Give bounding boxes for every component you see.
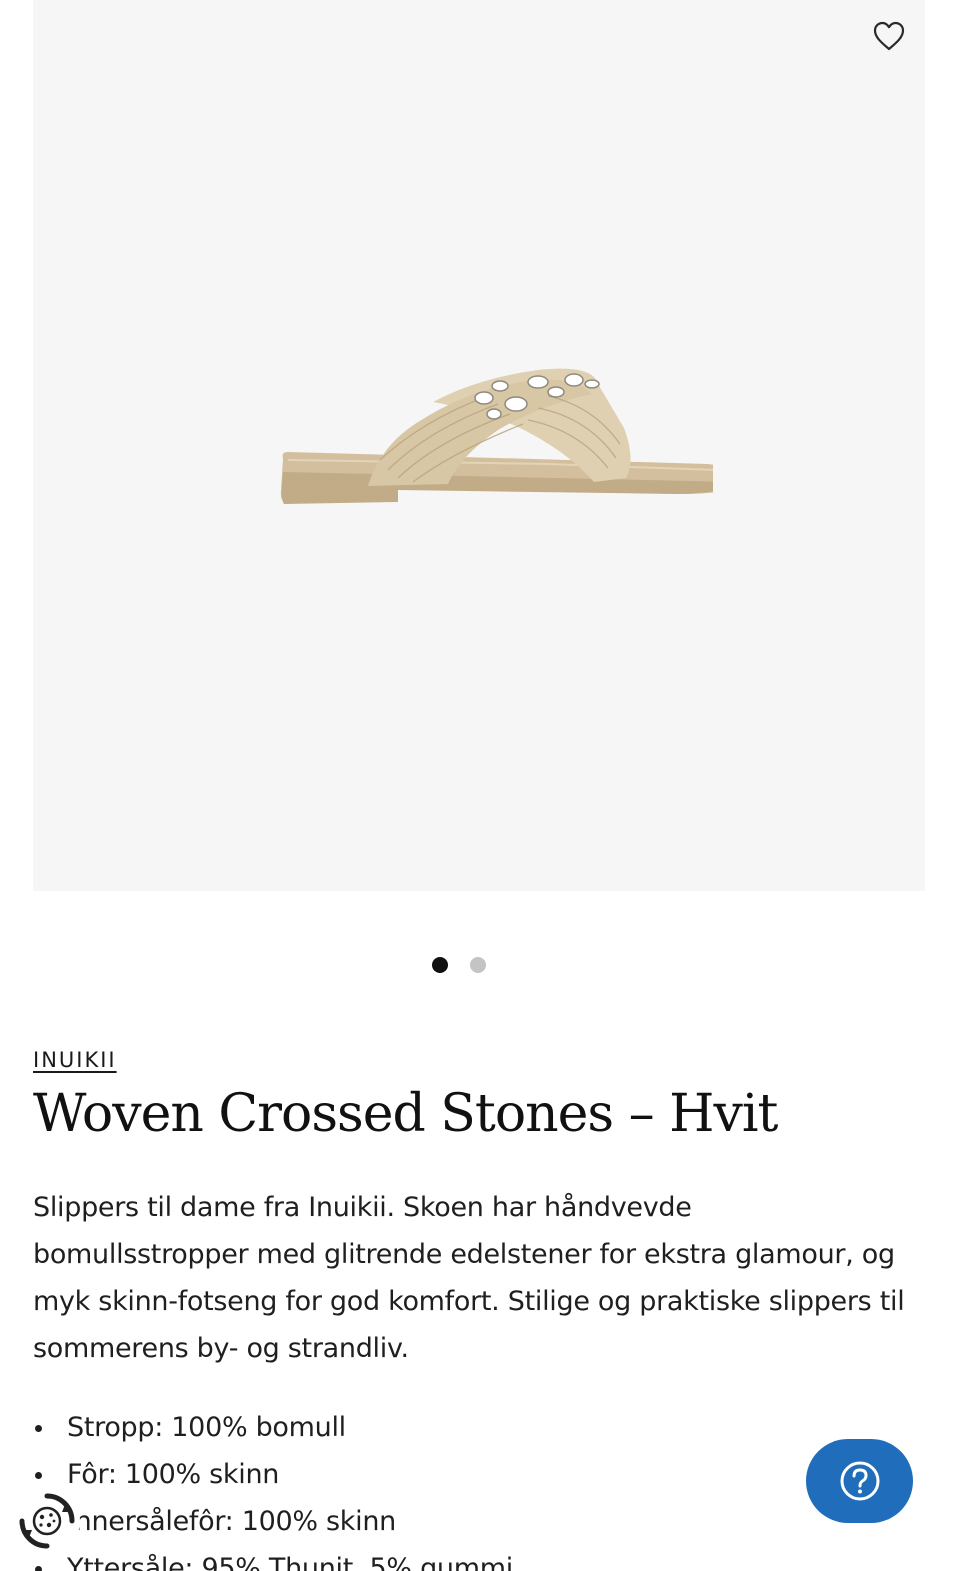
product-specs-list: Stropp: 100% bomull Fôr: 100% skinn Inne…: [33, 1404, 513, 1571]
spec-item: Innersålefôr: 100% skinn: [33, 1498, 513, 1545]
wishlist-button[interactable]: [869, 16, 909, 56]
product-title: Woven Crossed Stones – Hvit: [33, 1084, 778, 1144]
spec-item: Stropp: 100% bomull: [33, 1404, 513, 1451]
question-mark-icon: [840, 1461, 879, 1501]
heart-outline-icon: [873, 21, 905, 51]
product-description: Slippers til dame fra Inuikii. Skoen har…: [33, 1192, 905, 1364]
help-button[interactable]: [806, 1439, 913, 1523]
product-page: INUIKII Woven Crossed Stones – Hvit Slip…: [0, 0, 960, 1571]
spec-item: Yttersåle: 95% Thunit, 5% gummi: [33, 1545, 513, 1571]
spec-item: Fôr: 100% skinn: [33, 1451, 513, 1498]
gallery-dot-2[interactable]: [470, 957, 486, 973]
cookie-settings-button[interactable]: [14, 1488, 80, 1554]
cookie-settings-icon: [19, 1493, 75, 1549]
product-image: [280, 368, 713, 504]
brand-link[interactable]: INUIKII: [33, 1048, 117, 1072]
gallery-dot-1[interactable]: [432, 957, 448, 973]
gallery-pagination: [0, 957, 960, 973]
product-gallery[interactable]: [33, 0, 925, 891]
